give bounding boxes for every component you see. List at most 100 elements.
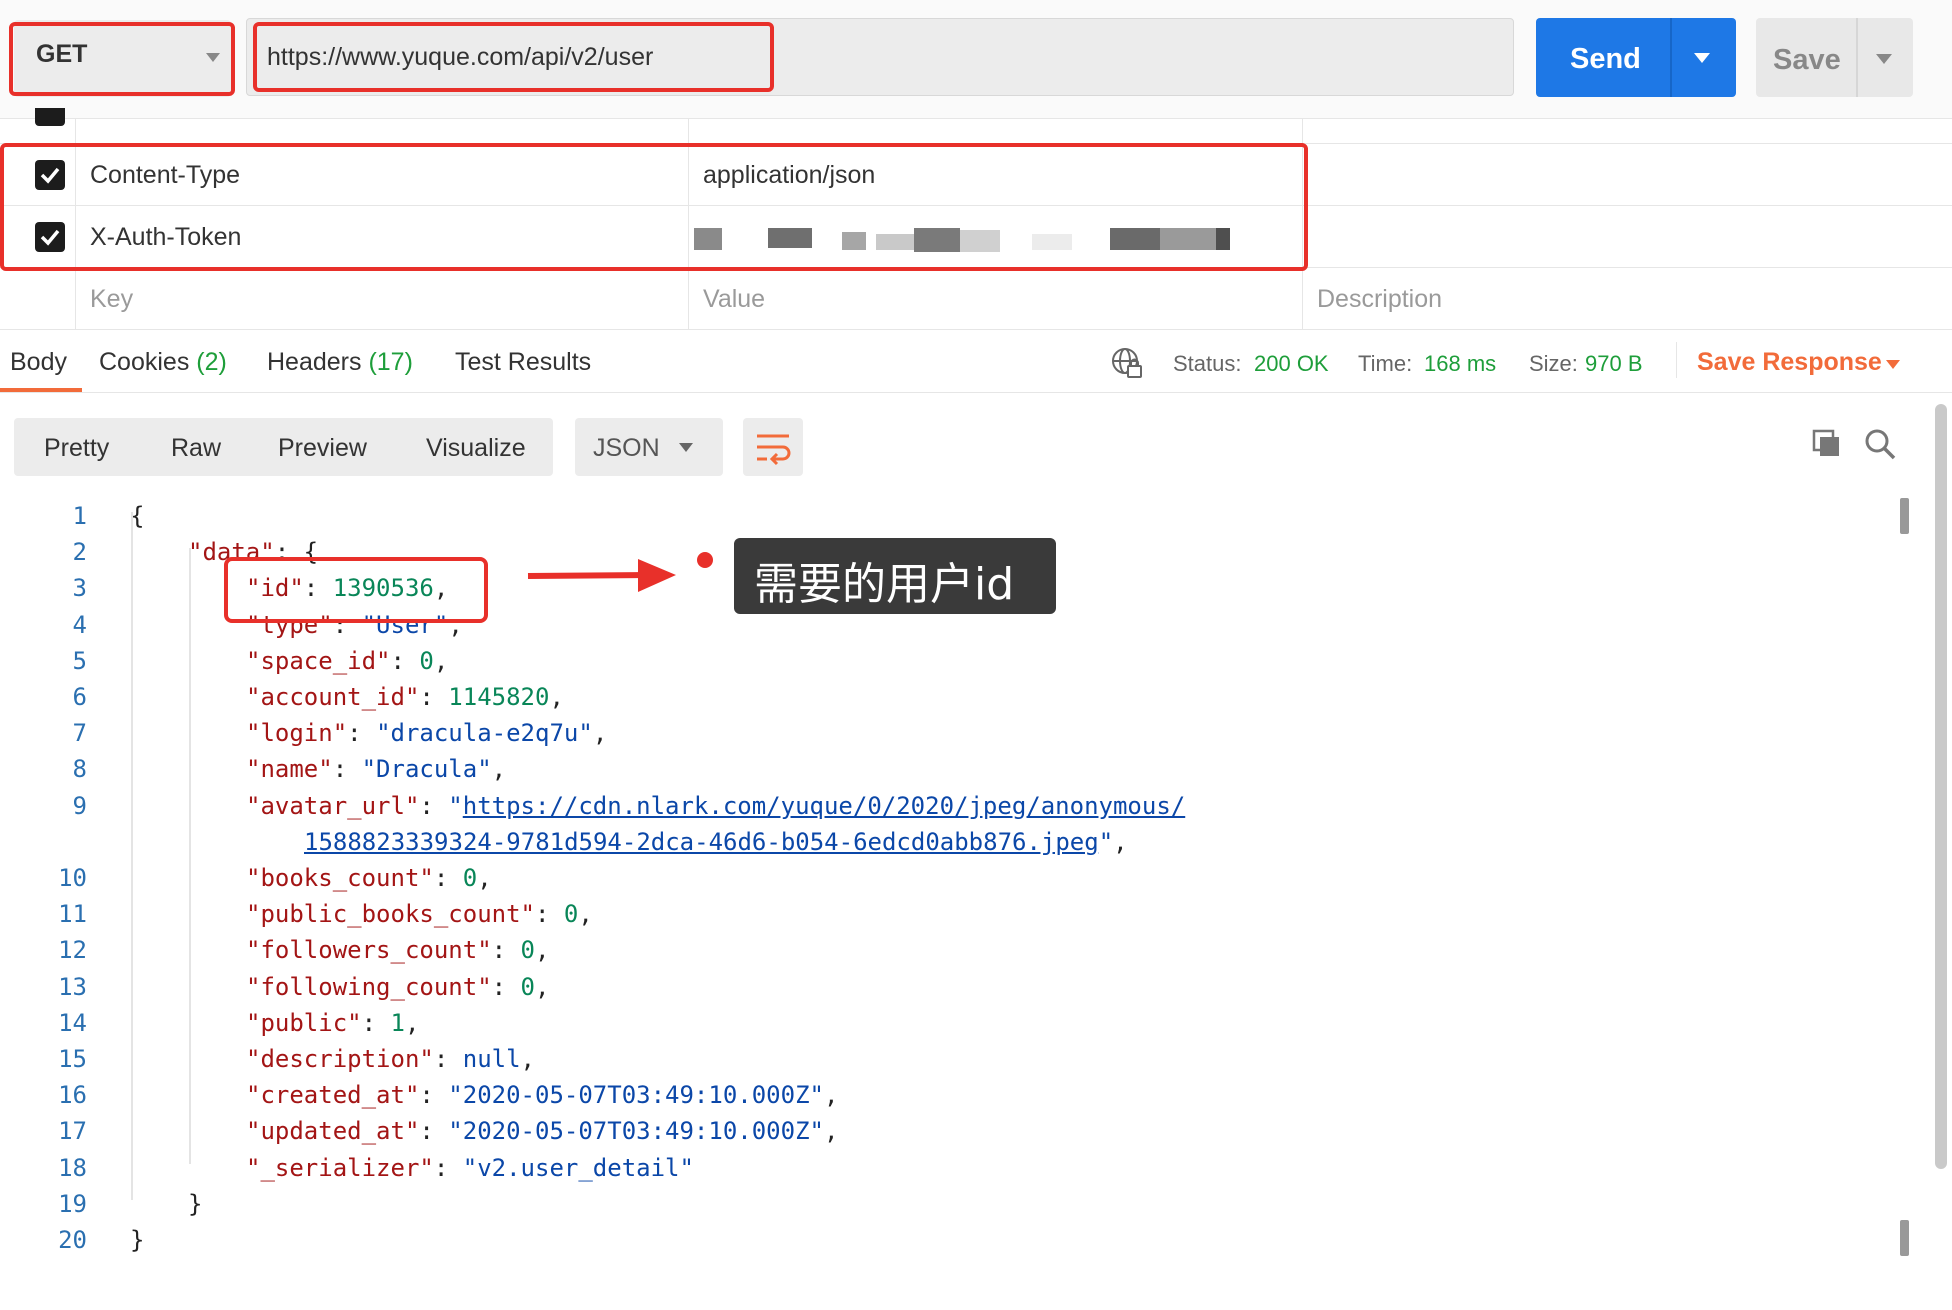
save-response-button[interactable]: Save Response: [1697, 348, 1882, 377]
json-value: "2020-05-07T03:49:10.000Z": [448, 1117, 824, 1146]
json-colon: :: [534, 900, 564, 929]
tab-cookies[interactable]: Cookies (2): [99, 348, 227, 377]
tab-test-results[interactable]: Test Results: [455, 348, 591, 377]
highlight-box-id: [224, 557, 488, 623]
line-number: 6: [72, 683, 87, 711]
save-response-chevron-icon[interactable]: [1886, 360, 1900, 369]
json-colon: :: [390, 646, 420, 675]
json-key: "public": [246, 1008, 362, 1037]
view-raw[interactable]: Raw: [171, 434, 221, 463]
json-comma: ,: [477, 864, 492, 892]
code-line: "space_id": 0,: [246, 647, 448, 675]
json-colon: :: [433, 864, 463, 892]
tab-headers[interactable]: Headers (17): [267, 348, 413, 377]
line-number: 1: [72, 502, 87, 530]
json-value: 0: [462, 864, 478, 892]
json-colon: :: [419, 1081, 449, 1110]
indent-guide: [131, 512, 133, 1200]
json-value: }: [130, 1226, 145, 1254]
tab-headers-count: (17): [368, 348, 413, 376]
value-placeholder[interactable]: Value: [703, 285, 765, 314]
line-number: 16: [58, 1081, 87, 1110]
json-key: "followers_count": [246, 936, 492, 965]
line-number: 3: [72, 574, 87, 603]
time-label: Time:: [1358, 351, 1413, 376]
copy-icon[interactable]: [1811, 428, 1843, 465]
line-number: 20: [58, 1226, 87, 1254]
table-row-border: [0, 329, 1952, 330]
code-line: }: [130, 1226, 144, 1254]
line-number: 8: [72, 755, 87, 784]
editor-scroll-thumb-bottom[interactable]: [1900, 1220, 1909, 1256]
time-value[interactable]: 168 ms: [1424, 351, 1496, 377]
line-number: 10: [58, 864, 87, 892]
status-label: Status:: [1173, 351, 1242, 376]
save-options-chevron-icon[interactable]: [1876, 54, 1892, 64]
view-preview[interactable]: Preview: [278, 434, 367, 463]
json-comma: ,: [592, 719, 608, 748]
line-number: 4: [72, 610, 87, 639]
tab-cookies-count: (2): [196, 348, 227, 376]
table-top-border: [0, 118, 1952, 119]
code-line: "public_books_count": 0,: [246, 900, 593, 928]
editor-scroll-thumb-top[interactable]: [1900, 498, 1909, 534]
json-value: 0: [563, 900, 579, 929]
code-line: "name": "Dracula",: [246, 755, 506, 783]
code-line: "followers_count": 0,: [246, 936, 549, 964]
tab-body-underline: [0, 388, 82, 392]
json-key: "account_id": [246, 683, 420, 711]
chevron-down-icon: [679, 443, 693, 452]
annotation-arrow: [526, 554, 686, 603]
json-key: "updated_at": [246, 1117, 420, 1146]
save-divider: [1856, 18, 1858, 97]
tab-headers-label: Headers: [267, 348, 362, 376]
status-value[interactable]: 200 OK: [1254, 351, 1329, 377]
json-colon: :: [332, 755, 362, 784]
annotation-dot: [697, 552, 713, 568]
annotation-text: 需要的用户id: [754, 559, 1015, 610]
json-value: 1: [390, 1008, 405, 1037]
status-divider: [1676, 342, 1677, 378]
line-number: 19: [58, 1189, 87, 1218]
code-line: "login": "dracula-e2q7u",: [246, 719, 607, 747]
json-value: 1145820: [448, 683, 550, 711]
json-quote: ": [1098, 827, 1114, 856]
code-line: }: [188, 1190, 202, 1218]
size-value[interactable]: 970 B: [1585, 351, 1643, 377]
page-scrollbar[interactable]: [1935, 404, 1947, 1169]
json-colon: :: [433, 1045, 463, 1073]
view-visualize[interactable]: Visualize: [426, 434, 526, 463]
send-options-chevron-icon[interactable]: [1694, 53, 1710, 63]
json-value: 0: [520, 972, 535, 1001]
code-line: "books_count": 0,: [246, 864, 492, 892]
json-value: }: [188, 1189, 203, 1218]
json-link: 1588823339324-9781d594-2dca-46d6-b054-6e…: [304, 827, 1099, 856]
key-placeholder[interactable]: Key: [90, 285, 133, 314]
tab-body[interactable]: Body: [10, 348, 67, 377]
json-key: "avatar_url": [246, 791, 420, 820]
search-icon[interactable]: [1863, 427, 1897, 466]
json-comma: ,: [433, 646, 449, 675]
json-comma: ,: [491, 755, 507, 784]
line-number: 18: [58, 1153, 87, 1182]
line-number: 11: [58, 900, 87, 929]
json-value: "v2.user_detail": [462, 1153, 694, 1182]
checkbox-hidden-row[interactable]: [35, 108, 65, 126]
code-line: "description": null,: [246, 1045, 535, 1073]
view-pretty[interactable]: Pretty: [44, 434, 109, 463]
wrap-lines-button[interactable]: [743, 418, 803, 476]
json-colon: :: [419, 1117, 449, 1146]
json-value: "Dracula": [361, 755, 492, 784]
highlight-box-headers: [0, 143, 1308, 271]
json-value: null: [462, 1045, 521, 1073]
line-number: 12: [58, 936, 87, 965]
json-key: "books_count": [246, 864, 434, 892]
wrap-lines-icon: [757, 434, 791, 466]
line-number: 15: [58, 1045, 87, 1073]
line-number: 2: [72, 538, 87, 567]
json-colon: :: [347, 719, 377, 748]
code-line: 1588823339324-9781d594-2dca-46d6-b054-6e…: [304, 828, 1128, 856]
globe-lock-icon[interactable]: [1110, 346, 1144, 385]
json-comma: ,: [535, 972, 550, 1001]
description-placeholder[interactable]: Description: [1317, 285, 1442, 314]
